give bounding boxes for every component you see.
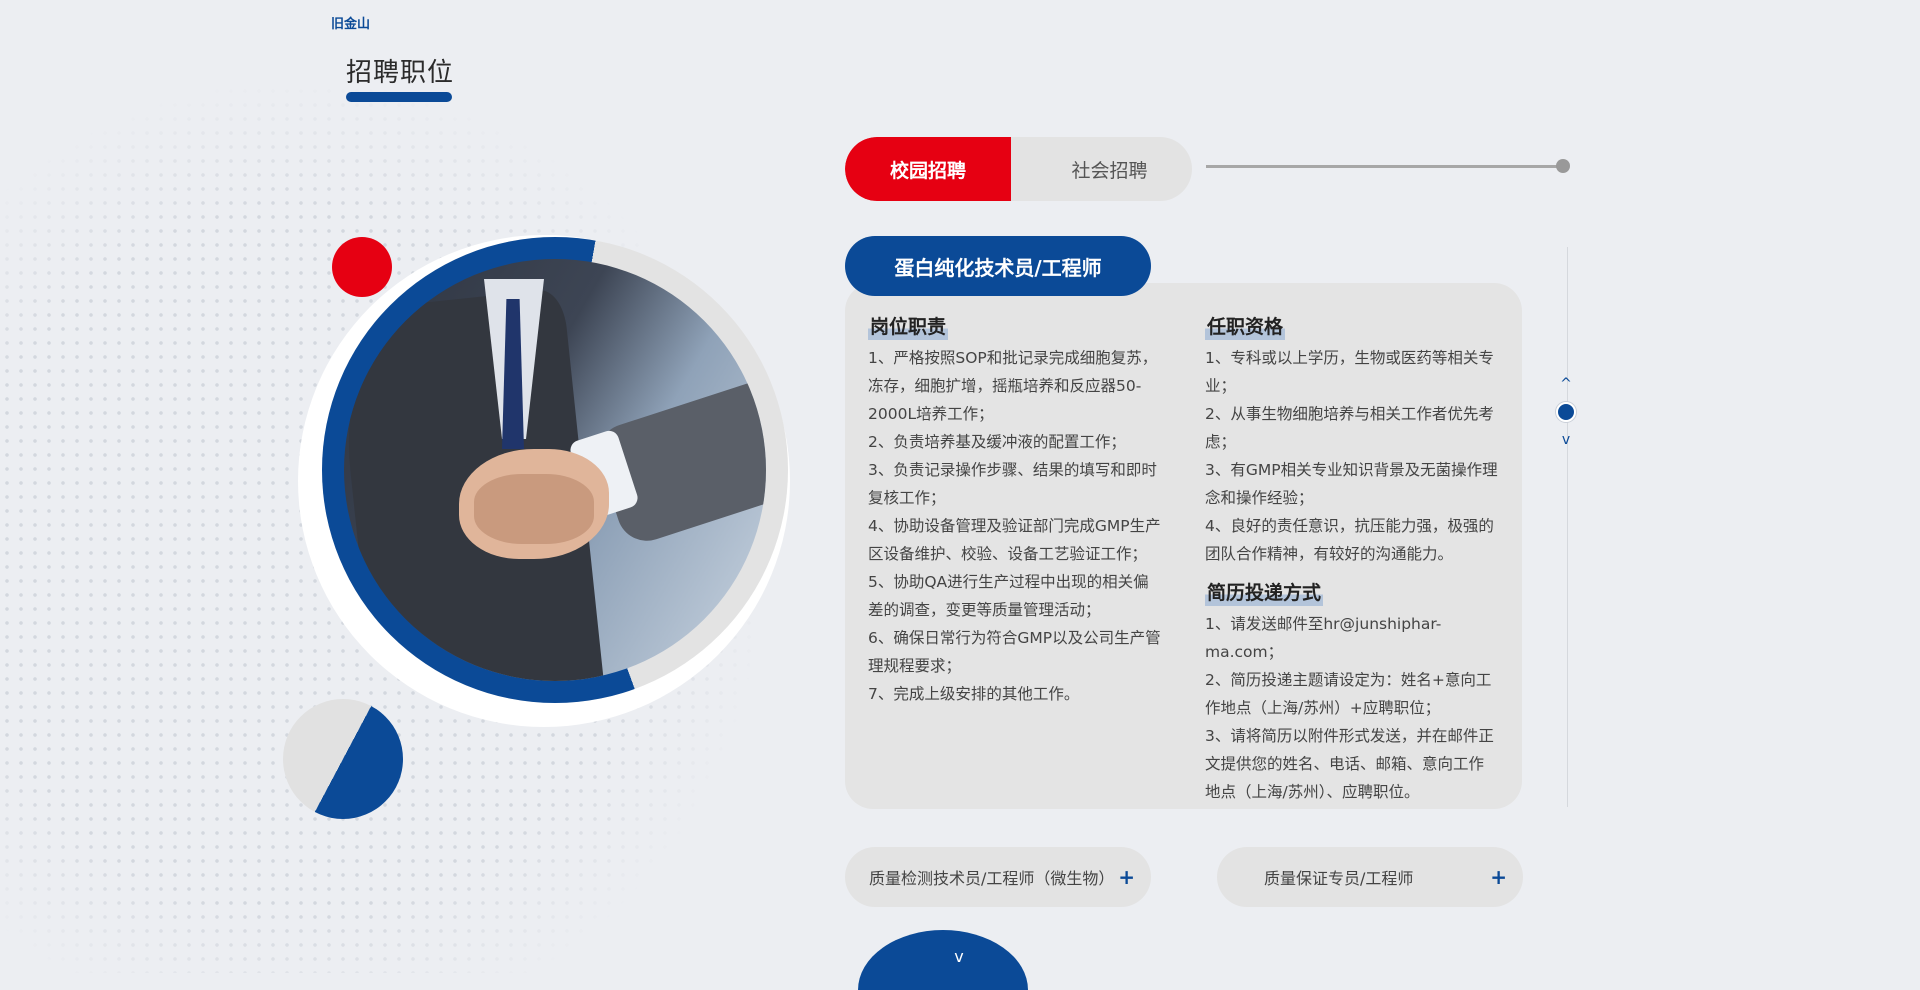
duty-item: 5、协助QA进行生产过程中出现的相关偏差的调查，变更等质量管理活动； bbox=[868, 573, 1149, 619]
job-pill-label: 质量保证专员/工程师 bbox=[1264, 869, 1414, 888]
duty-item: 3、负责记录操作步骤、结果的填写和即时复核工作； bbox=[868, 461, 1157, 507]
tab-campus-recruitment[interactable]: 校园招聘 bbox=[845, 137, 1011, 201]
apply-item: 1、请发送邮件至hr@junshiphar-ma.com； bbox=[1205, 615, 1442, 661]
page-title: 招聘职位 bbox=[346, 58, 455, 88]
city-label: 旧金山 bbox=[331, 17, 371, 32]
qualification-item: 4、良好的责任意识，抗压能力强，极强的团队合作精神，有较好的沟通能力。 bbox=[1205, 517, 1494, 563]
apply-heading: 简历投递方式 bbox=[1205, 580, 1324, 606]
tab-progress-knob[interactable] bbox=[1556, 159, 1570, 173]
scroll-down-icon[interactable]: v bbox=[1556, 430, 1576, 450]
chevron-down-icon[interactable]: v bbox=[948, 946, 970, 968]
photo-hands-shadow bbox=[474, 474, 594, 544]
tab-progress-line bbox=[1206, 165, 1564, 168]
scroll-up-icon[interactable]: ^ bbox=[1556, 374, 1576, 394]
requirements-column: 任职资格 1、专科或以上学历，生物或医药等相关专业； 2、从事生物细胞培养与相关… bbox=[1205, 314, 1499, 806]
decorative-split-circle bbox=[283, 699, 403, 819]
duties-column: 岗位职责 1、严格按照SOP和批记录完成细胞复苏，冻存，细胞扩增，摇瓶培养和反应… bbox=[868, 314, 1162, 708]
qualification-item: 2、从事生物细胞培养与相关工作者优先考虑； bbox=[1205, 405, 1494, 451]
qualifications-heading: 任职资格 bbox=[1205, 314, 1286, 340]
recruit-tabs: 校园招聘 社会招聘 bbox=[845, 137, 1192, 201]
handshake-photo bbox=[344, 259, 766, 681]
job-pill-quality-assurance[interactable]: 质量保证专员/工程师 + bbox=[1217, 847, 1523, 907]
bottom-scroll-tab[interactable] bbox=[858, 930, 1028, 990]
duty-item: 7、完成上级安排的其他工作。 bbox=[868, 685, 1080, 703]
apply-item: 2、简历投递主题请设定为：姓名+意向工作地点（上海/苏州）+应聘职位； bbox=[1205, 671, 1492, 717]
scroll-track bbox=[1567, 247, 1568, 807]
qualification-item: 3、有GMP相关专业知识背景及无菌操作理念和操作经验； bbox=[1205, 461, 1498, 507]
tab-social-recruitment[interactable]: 社会招聘 bbox=[1027, 137, 1192, 201]
duty-item: 4、协助设备管理及验证部门完成GMP生产区设备维护、校验、设备工艺验证工作； bbox=[868, 517, 1161, 563]
apply-item: 3、请将简历以附件形式发送，并在邮件正文提供您的姓名、电话、邮箱、意向工作地点（… bbox=[1205, 727, 1494, 801]
job-pill-quality-testing[interactable]: 质量检测技术员/工程师（微生物） + bbox=[845, 847, 1151, 907]
qualification-item: 1、专科或以上学历，生物或医药等相关专业； bbox=[1205, 349, 1494, 395]
decorative-red-dot bbox=[332, 237, 392, 297]
duty-item: 1、严格按照SOP和批记录完成细胞复苏，冻存，细胞扩增，摇瓶培养和反应器50-2… bbox=[868, 349, 1158, 423]
duty-item: 6、确保日常行为符合GMP以及公司生产管理规程要求； bbox=[868, 629, 1161, 675]
duty-item: 2、负责培养基及缓冲液的配置工作； bbox=[868, 433, 1126, 451]
job-title-pill[interactable]: 蛋白纯化技术员/工程师 bbox=[845, 236, 1151, 296]
job-pill-label: 质量检测技术员/工程师（微生物） bbox=[869, 869, 1115, 888]
expand-plus-icon[interactable]: + bbox=[1490, 847, 1507, 907]
title-underline bbox=[346, 92, 452, 102]
duties-heading: 岗位职责 bbox=[868, 314, 949, 340]
scroll-position-dot[interactable] bbox=[1556, 402, 1576, 422]
expand-plus-icon[interactable]: + bbox=[1118, 847, 1135, 907]
